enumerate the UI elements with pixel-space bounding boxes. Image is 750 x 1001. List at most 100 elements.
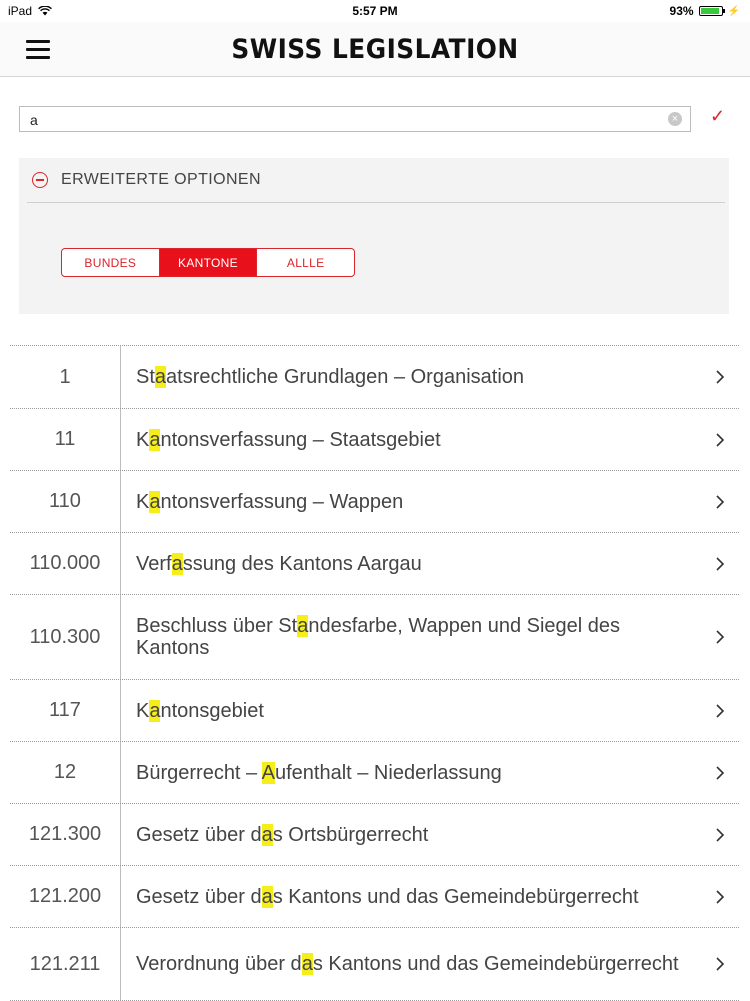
row-title: Verfassung des Kantons Aargau <box>121 533 739 594</box>
search-input[interactable] <box>20 107 660 133</box>
search-match-highlight: a <box>154 366 167 388</box>
advanced-options-toggle[interactable]: ERWEITERTE OPTIONEN <box>19 158 729 203</box>
row-number: 121.200 <box>10 866 121 927</box>
row-title-text: Verordnung über das Kantons und das Geme… <box>136 953 679 975</box>
table-row[interactable]: 12 Bürgerrecht – Aufenthalt – Niederlassu… <box>10 742 739 804</box>
chevron-right-icon <box>716 494 725 509</box>
status-right: 93% ⚡ <box>670 4 740 18</box>
search-match-highlight: a <box>149 490 161 513</box>
status-bar: iPad 5:57 PM 93% ⚡ <box>0 0 750 22</box>
battery-percent: 93% <box>669 4 694 18</box>
chevron-right-icon <box>716 556 725 571</box>
row-title-part: K <box>136 490 150 513</box>
row-title-part: Gesetz über d <box>136 823 262 846</box>
search-match-highlight: a <box>261 885 273 908</box>
search-match-highlight: a <box>149 699 161 722</box>
table-row[interactable]: 117 Kantonsgebiet <box>10 680 739 742</box>
row-title-text: Beschluss über Standesfarbe, Wappen und … <box>136 615 695 659</box>
table-row[interactable]: 121.200 Gesetz über das Kantons und das G… <box>10 866 739 928</box>
scope-segmented-control: BUNDES KANTONE ALLLE <box>61 248 355 277</box>
chevron-right-icon <box>716 957 725 971</box>
row-title-text: Verfassung des Kantons Aargau <box>136 552 422 575</box>
table-row[interactable]: 121.211 Verordnung über das Kantons und d… <box>10 928 739 1001</box>
row-number: 121.211 <box>10 928 121 1000</box>
charging-bolt-icon: ⚡ <box>727 5 740 17</box>
segment-kantone[interactable]: KANTONE <box>159 249 258 276</box>
confirm-checkmark-icon[interactable]: ✓ <box>710 106 725 127</box>
row-number: 11 <box>10 409 121 470</box>
row-title: Kantonsgebiet <box>121 680 739 741</box>
app-header: SWISS LEGISLATION <box>0 22 750 77</box>
row-title-text: Kantonsverfassung – Wappen <box>136 490 404 513</box>
search-field[interactable]: × <box>19 106 691 133</box>
advanced-options-label: ERWEITERTE OPTIONEN <box>61 171 261 188</box>
row-title: Gesetz über das Ortsbürgerrecht <box>121 804 739 865</box>
table-row[interactable]: 11 Kantonsverfassung – Staatsgebiet <box>10 409 739 471</box>
chevron-right-icon <box>716 765 725 780</box>
row-number: 121.300 <box>10 804 121 865</box>
row-number: 110 <box>10 471 121 532</box>
chevron-right-icon <box>716 630 725 644</box>
table-row[interactable]: 121.300 Gesetz über das Ortsbürgerrecht <box>10 804 739 866</box>
row-title-text: Staatsrechtliche Grundlagen – Organisati… <box>136 366 524 388</box>
app-title: SWISS LEGISLATION <box>231 34 519 65</box>
row-title-part: ntonsgebiet <box>160 699 264 722</box>
row-title-text: Gesetz über das Ortsbürgerrecht <box>136 823 429 846</box>
row-title-text: Bürgerrecht – Aufenthalt – Niederlassung <box>136 761 502 784</box>
row-title-part: K <box>136 699 150 722</box>
row-title-text: Kantonsverfassung – Staatsgebiet <box>136 428 441 451</box>
chevron-right-icon <box>716 827 725 842</box>
row-title-part: ufenthalt – Niederlassung <box>274 761 502 784</box>
results-list: 1 Staatsrechtliche Grundlagen – Organisat… <box>10 345 739 1001</box>
row-title-text: Kantonsgebiet <box>136 699 264 722</box>
row-title-part: St <box>136 366 155 388</box>
status-time: 5:57 PM <box>352 4 398 18</box>
divider <box>27 202 725 203</box>
battery-icon <box>698 6 725 16</box>
row-title: Kantonsverfassung – Staatsgebiet <box>121 409 739 470</box>
chevron-right-icon <box>716 703 725 718</box>
row-title-part: Bürgerrecht – <box>136 761 262 784</box>
battery-fill <box>700 8 720 14</box>
row-title-part: Verf <box>136 552 172 575</box>
row-title-part: ntonsverfassung – Staatsgebiet <box>160 428 441 451</box>
row-title-part: ntonsverfassung – Wappen <box>160 490 404 513</box>
table-row[interactable]: 110 Kantonsverfassung – Wappen <box>10 471 739 533</box>
segment-bundes[interactable]: BUNDES <box>62 249 160 276</box>
row-title-part: Verordnung über d <box>136 953 302 975</box>
row-title-text: Gesetz über das Kantons und das Gemeinde… <box>136 885 639 908</box>
chevron-right-icon <box>716 432 725 447</box>
row-title-part: s Kantons und das Gemeindebürgerrecht <box>272 885 639 908</box>
row-title-part: s Kantons und das Gemeindebürgerrecht <box>312 953 679 975</box>
search-match-highlight: a <box>149 428 161 451</box>
row-number: 110.300 <box>10 595 121 679</box>
row-title-part: ssung des Kantons Aargau <box>182 552 422 575</box>
search-match-highlight: a <box>171 552 183 575</box>
chevron-right-icon <box>716 889 725 904</box>
row-title-part: K <box>136 428 150 451</box>
row-title-part: atsrechtliche Grundlagen – Organisation <box>166 366 525 388</box>
table-row[interactable]: 1 Staatsrechtliche Grundlagen – Organisat… <box>10 346 739 409</box>
row-number: 1 <box>10 346 121 408</box>
row-title-part: Beschluss über St <box>136 615 298 637</box>
advanced-options-panel: ERWEITERTE OPTIONEN BUNDES KANTONE ALLLE <box>19 158 729 314</box>
table-row[interactable]: 110.300 Beschluss über Standesfarbe, Wapp… <box>10 595 739 680</box>
segment-allle[interactable]: ALLLE <box>257 249 354 276</box>
row-title: Staatsrechtliche Grundlagen – Organisati… <box>121 346 739 408</box>
table-row[interactable]: 110.000 Verfassung des Kantons Aargau <box>10 533 739 595</box>
search-match-highlight: a <box>301 953 313 975</box>
row-title-part: Gesetz über d <box>136 885 262 908</box>
row-title: Verordnung über das Kantons und das Geme… <box>121 928 739 1000</box>
row-title: Gesetz über das Kantons und das Gemeinde… <box>121 866 739 927</box>
collapse-minus-icon <box>32 172 48 188</box>
row-title: Bürgerrecht – Aufenthalt – Niederlassung <box>121 742 739 803</box>
search-match-highlight: A <box>261 761 275 784</box>
chevron-right-icon <box>716 370 725 384</box>
clear-search-icon[interactable]: × <box>668 112 682 126</box>
search-match-highlight: a <box>297 615 309 637</box>
row-number: 110.000 <box>10 533 121 594</box>
search-match-highlight: a <box>261 823 273 846</box>
row-title-part: s Ortsbürgerrecht <box>272 823 429 846</box>
row-number: 12 <box>10 742 121 803</box>
row-number: 117 <box>10 680 121 741</box>
